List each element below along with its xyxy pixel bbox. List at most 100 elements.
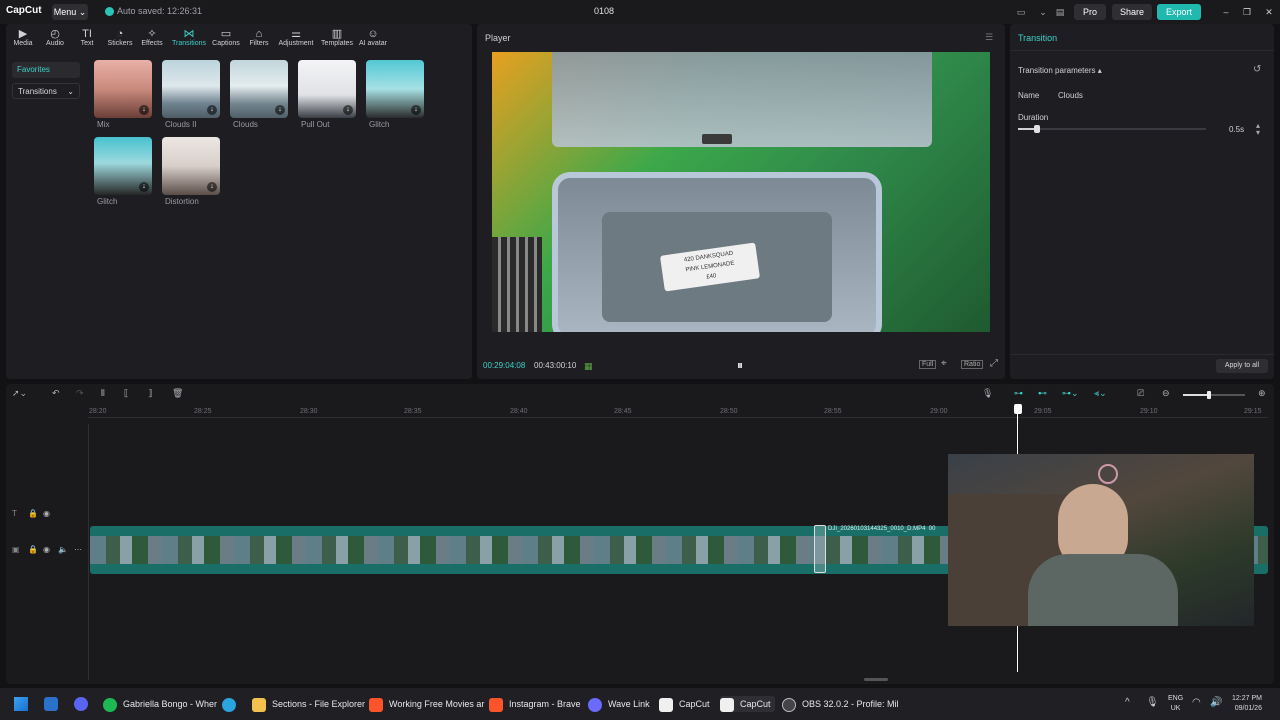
tab-label: AI avatar — [358, 40, 387, 47]
taskbar-item-active[interactable]: CapCut — [720, 696, 775, 712]
pro-button[interactable]: Pro — [1074, 4, 1106, 20]
taskbar-item[interactable]: Wave Link — [588, 696, 650, 712]
player-menu-icon[interactable]: ☰ — [985, 32, 993, 43]
video-preview[interactable]: 420 DANKSQUAD PINK LEMONADE £40 — [492, 52, 990, 332]
playhead-handle[interactable] — [1014, 404, 1022, 414]
link-icon[interactable]: ⊶ — [1014, 388, 1023, 399]
taskbar-item[interactable]: Instagram - Brave — [489, 696, 581, 712]
trim-left-icon[interactable]: ⟦ — [124, 388, 128, 399]
transition-thumb-clouds-ii[interactable]: ↓ — [162, 60, 220, 118]
minimize-icon[interactable]: – — [1219, 4, 1233, 20]
transition-thumb-mix[interactable]: ↓ — [94, 60, 152, 118]
tray-mic-icon[interactable]: 🎙 — [1146, 697, 1159, 708]
tab-text[interactable]: TI Text — [70, 28, 104, 47]
shortcuts-icon[interactable]: ▤ — [1052, 4, 1068, 20]
download-icon: ↓ — [411, 105, 421, 115]
duration-value[interactable]: 0.5s — [1229, 125, 1244, 134]
tab-captions[interactable]: ▭ Captions — [209, 28, 243, 47]
tab-media[interactable]: ▶ Media — [6, 28, 40, 47]
discord-icon[interactable] — [74, 697, 88, 711]
tab-transitions[interactable]: ⋈ Transitions — [170, 28, 208, 47]
taskbar-item[interactable]: CapCut — [659, 696, 710, 712]
text-track-icon: T — [12, 509, 17, 518]
taskbar-item[interactable]: Sections - File Explorer — [252, 696, 365, 712]
time-ruler[interactable] — [88, 404, 1268, 418]
full-button[interactable]: Full — [919, 360, 937, 369]
tab-label: Transitions — [172, 40, 206, 47]
share-button[interactable]: Share — [1112, 4, 1152, 20]
eye-icon[interactable]: ◉ — [43, 545, 50, 554]
snap-icon[interactable]: ⊶⌄ — [1062, 388, 1079, 399]
zoom-in-icon[interactable]: ⊕ — [1258, 388, 1266, 399]
tab-adjustment[interactable]: ⚌ Adjustment — [276, 28, 316, 47]
magnet-icon[interactable]: ⊷ — [1038, 388, 1047, 399]
export-button[interactable]: Export — [1157, 4, 1201, 20]
duration-handle[interactable] — [1033, 125, 1040, 133]
redo-icon[interactable]: ↷ — [76, 388, 84, 399]
tab-audio[interactable]: ◴ Audio — [38, 28, 72, 47]
layout-icon[interactable]: ▭ — [1013, 4, 1029, 20]
brave-icon — [489, 697, 503, 712]
restore-icon[interactable]: ❐ — [1240, 4, 1254, 20]
zoom-out-icon[interactable]: ⊖ — [1162, 388, 1170, 399]
apply-all-label: Apply to all — [1224, 362, 1260, 369]
outlook-icon[interactable] — [44, 697, 58, 711]
volume-icon[interactable]: 🔈 — [58, 545, 68, 554]
sidebar-item-favorites[interactable]: Favorites — [12, 62, 80, 78]
tab-filters[interactable]: ⌂ Filters — [242, 28, 276, 47]
horizontal-scrollbar[interactable] — [864, 678, 888, 681]
transition-thumb-distortion[interactable]: ↓ — [162, 137, 220, 195]
transition-thumb-clouds[interactable]: ↓ — [230, 60, 288, 118]
tab-ai-avatar[interactable]: ☺ AI avatar — [356, 28, 390, 47]
duration-slider[interactable] — [1018, 125, 1206, 133]
undo-icon[interactable]: ↶ — [52, 388, 60, 399]
fullscreen-icon[interactable]: ⤢ — [990, 358, 998, 369]
trim-right-icon[interactable]: ⟧ — [148, 388, 152, 399]
more-icon[interactable]: ⋯ — [74, 545, 82, 554]
tray-clock[interactable]: 12:27 PM 09/01/26 — [1232, 694, 1262, 714]
timeline-grid-icon[interactable]: ▦ — [584, 361, 593, 372]
preview-axis-icon[interactable]: ⫷⌄ — [1094, 388, 1107, 399]
ai-avatar-icon: ☺ — [367, 28, 379, 40]
sidebar-item-transitions[interactable]: Transitions ⌄ — [12, 83, 80, 99]
wifi-icon[interactable]: ◠ — [1192, 697, 1201, 708]
section-title[interactable]: Transition parameters ▴ — [1018, 66, 1102, 75]
microphone-icon[interactable]: 🎙 — [982, 388, 993, 399]
lock-icon[interactable]: 🔒 — [28, 509, 38, 518]
zoom-handle[interactable] — [1207, 391, 1211, 399]
close-icon[interactable]: ✕ — [1262, 4, 1276, 20]
tab-effects[interactable]: ✧ Effects — [135, 28, 169, 47]
language-indicator[interactable]: ENG UK — [1168, 694, 1183, 714]
pause-icon[interactable]: ⏸ — [737, 358, 743, 373]
taskbar-item[interactable] — [222, 696, 242, 712]
transition-thumb-glitch[interactable]: ↓ — [366, 60, 424, 118]
chevron-down-icon[interactable]: ⌄ — [1036, 4, 1050, 20]
caption-icon[interactable]: ⎚ — [1137, 388, 1144, 399]
taskbar-item[interactable]: Working Free Movies ar — [369, 696, 484, 712]
transition-thumb-glitch-2[interactable]: ↓ — [94, 137, 152, 195]
taskbar-item[interactable]: Gabriella Bongo - Wher — [103, 696, 217, 712]
transition-thumb-pull-out[interactable]: ↓ — [298, 60, 356, 118]
tray-chevron-up-icon[interactable]: ^ — [1125, 697, 1130, 708]
apply-all-button[interactable]: Apply to all — [1216, 359, 1268, 373]
select-tool-icon[interactable]: ➚⌄ — [12, 388, 27, 399]
ruler-label: 29:05 — [1034, 408, 1052, 415]
snapshot-icon[interactable]: ⌖ — [941, 358, 947, 369]
duration-stepper-icon[interactable]: ▴ ▾ — [1256, 122, 1260, 137]
taskbar-item[interactable]: OBS 32.0.2 - Profile: Mil — [782, 696, 899, 712]
tab-templates[interactable]: ▥ Templates — [319, 28, 355, 47]
taskbar-label: Instagram - Brave — [509, 699, 581, 709]
ratio-button[interactable]: Ratio — [961, 360, 984, 369]
eye-icon[interactable]: ◉ — [43, 509, 50, 518]
delete-icon[interactable]: 🗑 — [172, 388, 183, 399]
tab-stickers[interactable]: ◔ Stickers — [103, 28, 137, 47]
zoom-slider[interactable] — [1183, 391, 1245, 399]
transition-marker[interactable] — [814, 525, 826, 573]
speaker-icon[interactable]: 🔊 — [1210, 697, 1222, 708]
taskbar-label: Sections - File Explorer — [272, 699, 366, 709]
lock-icon[interactable]: 🔒 — [28, 545, 38, 554]
menu-button[interactable]: Menu ⌄ — [52, 4, 88, 20]
split-icon[interactable]: ⫴ — [101, 388, 105, 399]
reset-icon[interactable]: ↺ — [1253, 64, 1261, 75]
windows-start-icon[interactable] — [14, 697, 28, 711]
